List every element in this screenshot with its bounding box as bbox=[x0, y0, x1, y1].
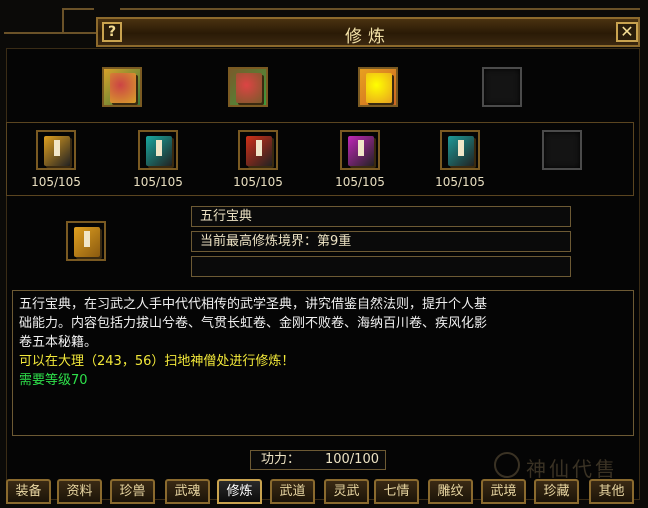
yellow-book-icon[interactable] bbox=[36, 130, 76, 170]
scroll-bundle-icon[interactable] bbox=[228, 67, 268, 107]
cyan-book-icon[interactable] bbox=[138, 130, 178, 170]
book-count-label: 105/105 bbox=[133, 175, 183, 189]
power-value: 100/100 bbox=[324, 452, 379, 467]
tab-5[interactable]: 修炼 bbox=[217, 479, 262, 504]
selected-name-field: 五行宝典 bbox=[191, 206, 571, 227]
tab-8[interactable]: 七情 bbox=[374, 479, 419, 504]
level-requirement-text: 需要等级70 bbox=[19, 373, 88, 388]
tab-10[interactable]: 武境 bbox=[481, 479, 526, 504]
book-count-label: 105/105 bbox=[31, 175, 81, 189]
empty-slot-icon[interactable] bbox=[542, 130, 582, 170]
training-location-text: 可以在大理（243，56）扫地神僧处进行修炼！ bbox=[19, 354, 295, 369]
help-button[interactable]: ? bbox=[102, 22, 122, 42]
tab-3[interactable]: 珍兽 bbox=[110, 479, 155, 504]
golden-treasure-icon[interactable] bbox=[358, 67, 398, 107]
book-row-panel bbox=[6, 122, 634, 196]
red-book-icon[interactable] bbox=[238, 130, 278, 170]
tab-12[interactable]: 其他 bbox=[589, 479, 634, 504]
description-line-1: 五行宝典，在习武之人手中代代相传的武学圣典，讲究借鉴自然法则，提升个人基 bbox=[19, 297, 488, 312]
close-button[interactable]: ✕ bbox=[616, 22, 638, 42]
title-bar[interactable]: 修炼 bbox=[96, 17, 640, 47]
five-elements-book-icon[interactable] bbox=[102, 67, 142, 107]
corner-hook-decoration bbox=[62, 8, 94, 34]
selected-extra-field bbox=[191, 256, 571, 277]
tab-bar: 装备 资料 珍兽 武魂 修炼 武道 灵武 七情 雕纹 武境 珍藏 其他 bbox=[4, 479, 644, 504]
description-line-2: 础能力。内容包括力拔山兮卷、气贯长虹卷、金刚不败卷、海纳百川卷、疾风化影 bbox=[19, 316, 488, 331]
tab-7[interactable]: 灵武 bbox=[324, 479, 369, 504]
watermark: 神仙代售 bbox=[494, 452, 642, 481]
tab-6[interactable]: 武道 bbox=[270, 479, 315, 504]
description-line-3: 卷五本秘籍。 bbox=[19, 335, 98, 350]
power-display: 功力： 100/100 bbox=[250, 450, 386, 470]
book-count-label: 105/105 bbox=[233, 175, 283, 189]
tab-2[interactable]: 资料 bbox=[57, 479, 102, 504]
tab-4[interactable]: 武魂 bbox=[165, 479, 210, 504]
tab-1[interactable]: 装备 bbox=[6, 479, 51, 504]
book-count-label: 105/105 bbox=[435, 175, 485, 189]
power-label: 功力： bbox=[261, 452, 301, 467]
teal-book-icon[interactable] bbox=[440, 130, 480, 170]
tab-11[interactable]: 珍藏 bbox=[534, 479, 579, 504]
magenta-book-icon[interactable] bbox=[340, 130, 380, 170]
selected-book-icon[interactable] bbox=[66, 221, 106, 261]
cultivation-window: 修炼 ? ✕ 105/105 105/105 105/105 105/105 105/1… bbox=[0, 0, 648, 508]
window-title: 修炼 bbox=[345, 27, 391, 47]
watermark-text: 神仙代售 bbox=[526, 457, 618, 481]
description-panel: 五行宝典，在习武之人手中代代相传的武学圣典，讲究借鉴自然法则，提升个人基 础能力… bbox=[12, 290, 634, 436]
watermark-logo-icon bbox=[494, 452, 520, 478]
tab-9[interactable]: 雕纹 bbox=[428, 479, 473, 504]
empty-slot-icon[interactable] bbox=[482, 67, 522, 107]
selected-realm-field: 当前最高修炼境界：第9重 bbox=[191, 231, 571, 252]
book-count-label: 105/105 bbox=[335, 175, 385, 189]
